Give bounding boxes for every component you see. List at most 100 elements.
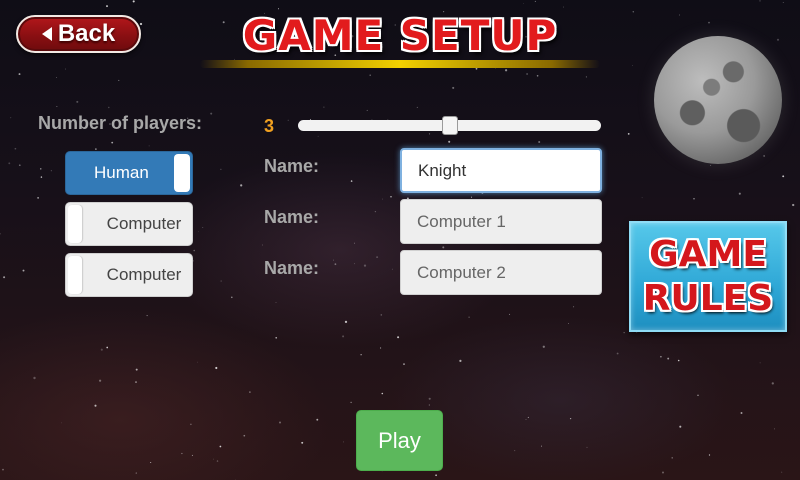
star xyxy=(98,379,102,382)
players-slider-handle[interactable] xyxy=(441,116,458,135)
star xyxy=(363,264,367,267)
star xyxy=(442,246,445,249)
star xyxy=(222,21,225,24)
star xyxy=(150,461,152,464)
star xyxy=(344,320,348,324)
back-button-label: Back xyxy=(57,20,116,47)
star xyxy=(56,77,57,78)
star xyxy=(76,100,79,103)
star xyxy=(216,460,219,462)
star xyxy=(210,112,213,115)
star xyxy=(523,3,524,5)
title-underline xyxy=(200,60,600,68)
star xyxy=(134,17,136,19)
star xyxy=(536,75,539,77)
star xyxy=(215,366,218,370)
star xyxy=(568,323,569,324)
star xyxy=(527,416,529,418)
player1-type-toggle[interactable]: Human xyxy=(65,151,193,195)
player3-name-label: Name: xyxy=(264,258,320,278)
star xyxy=(350,180,353,182)
star xyxy=(708,454,711,456)
star xyxy=(146,315,148,317)
star xyxy=(135,368,138,371)
star xyxy=(61,422,63,424)
star xyxy=(585,76,587,78)
star xyxy=(428,404,430,406)
players-count-value: 3 xyxy=(264,116,275,136)
player3-type-toggle[interactable]: Computer xyxy=(65,253,193,297)
star xyxy=(636,332,638,333)
star xyxy=(693,198,695,200)
star xyxy=(382,198,383,200)
star xyxy=(148,145,150,147)
star xyxy=(390,196,392,198)
star xyxy=(316,418,319,421)
star xyxy=(118,79,120,81)
page-title: GAME SETUP xyxy=(242,11,558,60)
player3-name-input[interactable] xyxy=(400,250,602,295)
star xyxy=(509,313,511,315)
star xyxy=(287,119,289,121)
toggle-knob xyxy=(174,154,190,192)
star xyxy=(332,259,335,261)
star xyxy=(468,316,470,318)
star xyxy=(381,392,384,395)
star xyxy=(106,5,108,8)
star xyxy=(18,73,21,76)
star xyxy=(573,306,575,308)
star xyxy=(773,428,776,430)
star xyxy=(37,196,40,199)
star xyxy=(40,176,43,178)
star xyxy=(240,184,243,187)
star xyxy=(95,148,97,150)
star xyxy=(542,345,545,348)
star xyxy=(108,106,110,109)
player2-name-input[interactable] xyxy=(400,199,602,244)
player1-name-input[interactable] xyxy=(400,148,602,193)
star xyxy=(660,355,662,358)
star xyxy=(106,346,109,349)
toggle-knob xyxy=(68,205,82,243)
star xyxy=(231,296,233,299)
player2-name-label: Name: xyxy=(264,207,320,227)
star xyxy=(534,0,536,2)
star xyxy=(369,74,371,76)
star xyxy=(740,412,743,414)
star xyxy=(275,302,277,303)
star xyxy=(671,457,673,459)
star xyxy=(452,86,455,89)
star xyxy=(448,140,451,143)
star xyxy=(380,347,382,349)
star xyxy=(632,11,635,13)
star xyxy=(198,231,199,233)
star xyxy=(616,352,619,355)
star xyxy=(366,109,368,111)
star xyxy=(354,263,355,265)
toggle-knob xyxy=(68,256,82,294)
star xyxy=(459,359,462,363)
play-button[interactable]: Play xyxy=(356,410,443,471)
star xyxy=(249,391,251,393)
star xyxy=(275,337,278,339)
star xyxy=(763,155,765,157)
star xyxy=(56,106,58,107)
player2-type-toggle[interactable]: Computer xyxy=(65,202,193,246)
star xyxy=(397,336,400,339)
star xyxy=(708,21,710,24)
star xyxy=(219,445,222,448)
star xyxy=(190,423,192,426)
star xyxy=(504,69,508,72)
star xyxy=(428,397,431,400)
back-button[interactable]: Back xyxy=(16,15,141,53)
star xyxy=(416,106,418,108)
star xyxy=(569,417,572,420)
star xyxy=(193,249,196,252)
star xyxy=(376,256,379,259)
star xyxy=(631,65,633,67)
game-rules-line2: RULES xyxy=(642,277,774,319)
star xyxy=(380,314,383,316)
star xyxy=(261,244,263,246)
star xyxy=(759,0,761,2)
game-rules-button[interactable]: GAME RULES xyxy=(629,221,787,332)
